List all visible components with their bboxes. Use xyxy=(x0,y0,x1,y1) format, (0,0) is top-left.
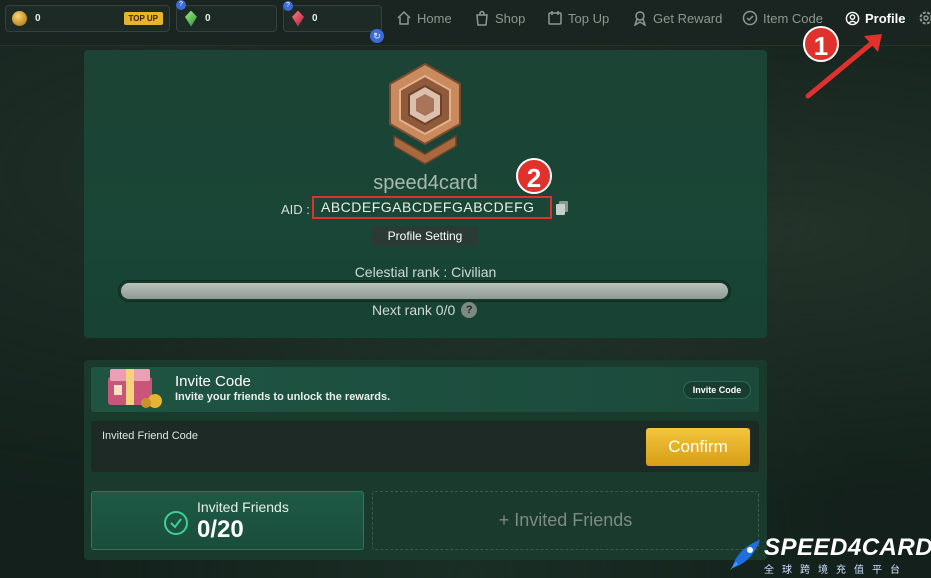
check-circle-icon xyxy=(742,10,758,26)
confirm-button[interactable]: Confirm xyxy=(646,428,750,466)
add-invited-friends-button[interactable]: + Invited Friends xyxy=(372,491,759,550)
rank-progress-fill xyxy=(121,283,728,299)
nav-home-label: Home xyxy=(417,10,452,26)
refresh-icon[interactable]: ↻ xyxy=(370,29,384,43)
nav-item-code-label: Item Code xyxy=(763,10,823,26)
green-gem-help-icon[interactable]: ? xyxy=(176,0,186,10)
invite-subtitle: Invite your friends to unlock the reward… xyxy=(175,391,391,403)
rocket-logo-icon xyxy=(730,540,760,570)
username: speed4card xyxy=(373,172,478,194)
profile-setting-button[interactable]: Profile Setting xyxy=(372,226,478,246)
next-rank: Next rank 0/0 ? xyxy=(372,302,478,318)
annotation-arrow-icon xyxy=(805,34,882,99)
shop-bag-icon xyxy=(476,10,488,26)
red-gem-help-icon[interactable]: ? xyxy=(283,1,293,11)
annotation-marker-2: 2 xyxy=(516,158,552,194)
red-gem-value: 0 xyxy=(312,13,318,24)
copy-icon[interactable] xyxy=(556,201,568,215)
coin-balance-value: 0 xyxy=(35,13,41,24)
invite-title: Invite Code xyxy=(175,373,251,390)
user-circle-icon xyxy=(845,11,860,25)
invited-friends-count: 0/20 xyxy=(197,516,244,543)
invite-code-button[interactable]: Invite Code xyxy=(683,381,751,399)
wallet-icon xyxy=(548,11,562,25)
red-gem-balance: 0 xyxy=(283,5,382,32)
green-gem-value: 0 xyxy=(205,13,211,24)
next-rank-label: Next rank 0/0 xyxy=(372,302,456,318)
top-up-button[interactable]: TOP UP xyxy=(123,12,163,25)
nav-item-code[interactable]: Item Code xyxy=(742,8,823,28)
nav-get-reward-label: Get Reward xyxy=(653,10,723,26)
help-icon[interactable]: ? xyxy=(461,302,478,318)
nav-shop[interactable]: Shop xyxy=(474,8,525,28)
rank-badge-icon xyxy=(389,62,461,165)
aid-label: AID : xyxy=(281,202,310,217)
nav-top-up[interactable]: Top Up xyxy=(547,8,609,28)
gear-icon[interactable] xyxy=(918,10,931,26)
green-gem-balance: 0 xyxy=(176,5,277,32)
nav-top-up-label: Top Up xyxy=(568,10,610,26)
watermark-brand: SPEED4CARD xyxy=(764,534,931,561)
nav-profile[interactable]: Profile xyxy=(845,8,905,28)
check-circle-icon xyxy=(164,511,188,535)
reward-icon xyxy=(633,11,647,26)
red-gem-icon xyxy=(292,10,304,27)
invited-friends-label: Invited Friends xyxy=(197,499,289,515)
aid-value: ABCDEFGABCDEFGABCDEFG xyxy=(312,196,552,219)
nav-get-reward[interactable]: Get Reward xyxy=(632,8,722,28)
green-gem-icon xyxy=(185,10,197,27)
home-icon xyxy=(397,10,411,25)
nav-shop-label: Shop xyxy=(495,10,526,26)
watermark: SPEED4CARD 全球跨境充值平台 xyxy=(726,536,931,576)
gold-coin-icon xyxy=(12,11,27,26)
coin-balance: 0 TOP UP xyxy=(5,5,170,32)
watermark-tagline: 全球跨境充值平台 xyxy=(764,565,908,576)
rank-progress-bar xyxy=(118,280,731,302)
invited-friend-code-label: Invited Friend Code xyxy=(102,430,198,442)
celestial-rank-label: Celestial rank : Civilian xyxy=(354,264,497,280)
nav-home[interactable]: Home xyxy=(396,8,452,28)
gift-chest-icon xyxy=(108,369,162,408)
nav-profile-label: Profile xyxy=(865,10,906,26)
